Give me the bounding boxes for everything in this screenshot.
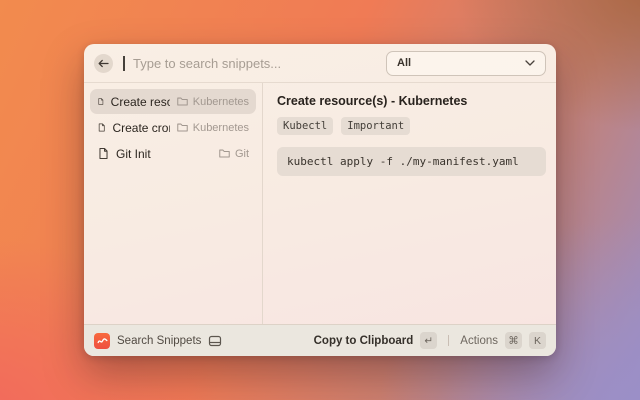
snippet-folder: Kubernetes [176,95,249,108]
snippet-name: Create resource(s) [111,95,170,109]
search-input[interactable] [133,56,378,71]
snippet-code-block: kubectl apply -f ./my-manifest.yaml [277,147,546,176]
snippet-folder-name: Kubernetes [193,122,249,134]
snippet-folder: Git [218,147,249,160]
snippet-list-item[interactable]: Create resource(s) Kubernetes [90,89,256,114]
copy-to-clipboard-button[interactable]: Copy to Clipboard [314,335,414,347]
tag-list: Kubectl Important [277,117,546,135]
content-area: Create resource(s) Kubernetes Create cro… [84,83,556,324]
snippet-list-item[interactable]: Git Init Git [90,141,256,166]
app-name-label: Search Snippets [117,335,201,347]
document-icon [97,147,110,160]
filter-dropdown[interactable]: All [386,51,546,76]
text-cursor [123,56,125,71]
raycast-glyph-icon [97,336,108,345]
filter-dropdown-value: All [397,57,519,69]
command-keycap[interactable]: ⌘ [505,332,522,349]
folder-icon [176,121,189,134]
tag-chip: Kubectl [277,117,333,135]
folder-icon [218,147,231,160]
actions-button[interactable]: Actions [460,335,498,347]
snippet-detail-panel: Create resource(s) - Kubernetes Kubectl I… [263,83,556,324]
tag-chip: Important [341,117,410,135]
snippet-list: Create resource(s) Kubernetes Create cro… [84,83,263,324]
snippets-window: All Create resource(s) Kubernetes Create… [84,44,556,356]
back-button[interactable] [94,54,113,73]
snippet-folder: Kubernetes [176,121,249,134]
snippet-folder-name: Kubernetes [193,96,249,108]
document-icon [97,95,105,108]
statusbar-divider [448,335,449,346]
k-keycap[interactable]: K [529,332,546,349]
snippet-list-item[interactable]: Create cronjob Kubernetes [90,115,256,140]
snippet-name: Git Init [116,147,151,161]
desktop-wallpaper: { "colors": { "wallpaper_tl": "#f28b4e",… [0,0,640,400]
folder-icon [176,95,189,108]
status-bar: Search Snippets Copy to Clipboard ↵ Acti… [84,324,556,356]
snippet-title: Create resource(s) - Kubernetes [277,94,546,108]
chevron-down-icon [525,60,535,66]
search-bar: All [84,44,556,83]
document-icon [97,121,106,134]
raycast-app-icon [94,333,110,349]
snippet-folder-name: Git [235,148,249,160]
window-dock-icon [208,335,222,347]
snippet-name: Create cronjob [112,121,169,135]
return-keycap[interactable]: ↵ [420,332,437,349]
back-arrow-icon [98,59,109,68]
